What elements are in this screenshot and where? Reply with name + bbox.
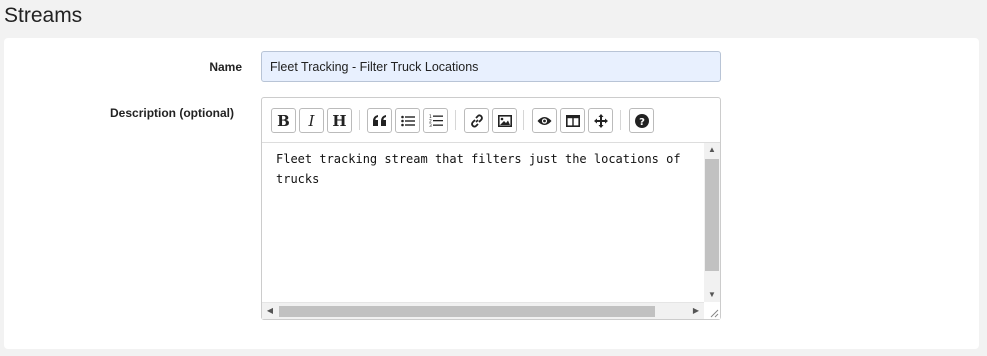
page-title: Streams (4, 4, 83, 27)
vertical-scroll-thumb[interactable] (705, 159, 719, 271)
preview-button[interactable] (532, 108, 557, 133)
vertical-scrollbar[interactable]: ▲ ▼ (704, 143, 720, 302)
quote-icon (372, 114, 386, 126)
ordered-list-icon: 123 (429, 114, 443, 127)
name-label: Name (209, 60, 242, 74)
unordered-list-icon (400, 115, 415, 126)
help-button[interactable]: ? (629, 108, 654, 133)
quote-button[interactable] (367, 108, 392, 133)
fullscreen-button[interactable] (588, 108, 613, 133)
help-icon: ? (634, 113, 649, 128)
image-button[interactable] (492, 108, 517, 133)
toolbar-separator (455, 110, 456, 130)
preview-icon (537, 116, 552, 125)
description-label: Description (optional) (110, 106, 234, 120)
image-icon (497, 114, 512, 127)
bold-icon: B (277, 111, 290, 130)
editor-toolbar: B I H 123 ? (262, 98, 720, 143)
unordered-list-button[interactable] (395, 108, 420, 133)
toolbar-separator (620, 110, 621, 130)
toolbar-separator (359, 110, 360, 130)
markdown-editor: B I H 123 ? Fleet tracking stream that f… (261, 97, 721, 320)
italic-icon: I (308, 111, 315, 130)
description-textarea[interactable]: Fleet tracking stream that filters just … (262, 143, 704, 302)
italic-button[interactable]: I (299, 108, 324, 133)
heading-icon: H (332, 111, 347, 130)
horizontal-scrollbar[interactable]: ◀ ▶ (262, 302, 704, 319)
scroll-down-icon[interactable]: ▼ (704, 288, 720, 302)
resize-grip-icon (710, 309, 719, 318)
ordered-list-button[interactable]: 123 (423, 108, 448, 133)
link-icon (470, 113, 483, 128)
side-by-side-button[interactable] (560, 108, 585, 133)
scroll-up-icon[interactable]: ▲ (704, 143, 720, 157)
toolbar-separator (523, 110, 524, 130)
side-by-side-icon (565, 114, 580, 127)
scroll-left-icon[interactable]: ◀ (262, 303, 278, 319)
name-input[interactable] (261, 51, 721, 82)
bold-button[interactable]: B (271, 108, 296, 133)
horizontal-scroll-thumb[interactable] (279, 306, 655, 317)
fullscreen-icon (593, 113, 608, 128)
link-button[interactable] (464, 108, 489, 133)
heading-button[interactable]: H (327, 108, 352, 133)
svg-text:?: ? (639, 117, 645, 128)
svg-text:3: 3 (429, 123, 432, 127)
resize-handle[interactable] (704, 302, 720, 319)
scroll-right-icon[interactable]: ▶ (688, 303, 704, 319)
